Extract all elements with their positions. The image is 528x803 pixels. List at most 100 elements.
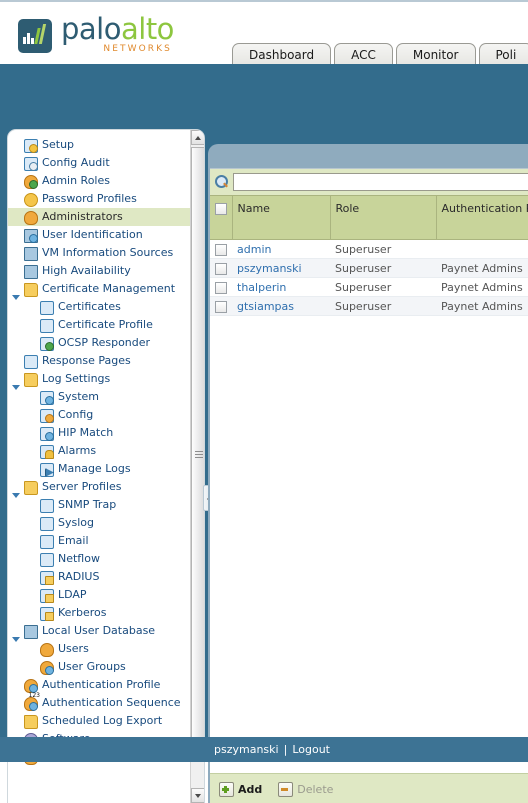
syslog-icon (38, 515, 54, 531)
sidebar-item-label: Certificates (58, 298, 121, 316)
sidebar-item-hip-match[interactable]: HIP Match (8, 424, 192, 442)
tab-monitor[interactable]: Monitor (396, 43, 476, 66)
sidebar-item-label: Certificate Management (42, 280, 175, 298)
admin-name-link[interactable]: admin (232, 240, 330, 259)
sidebar-item-label: High Availability (42, 262, 131, 280)
sidebar-item-label: VM Information Sources (42, 244, 173, 262)
sidebar-item-label: Certificate Profile (58, 316, 153, 334)
sidebar-item-users[interactable]: Users (8, 640, 192, 658)
column-header-role[interactable]: Role (330, 196, 436, 240)
row-checkbox[interactable] (215, 263, 227, 275)
select-all-header[interactable] (210, 196, 232, 240)
sidebar-item-ocsp-responder[interactable]: OCSP Responder (8, 334, 192, 352)
sidebar-item-user-identification[interactable]: User Identification (8, 226, 192, 244)
plus-icon (219, 782, 234, 797)
table-row[interactable]: thalperinSuperuserPaynet Admins (210, 278, 528, 297)
sidebar-item-email[interactable]: Email (8, 532, 192, 550)
kerberos-icon (38, 605, 54, 621)
admin-auth-profile-cell: Paynet Admins (436, 259, 528, 278)
sidebar-item-ldap[interactable]: LDAP (8, 586, 192, 604)
row-checkbox[interactable] (215, 244, 227, 256)
sidebar-item-label: HIP Match (58, 424, 113, 442)
sidebar-tree: SetupConfig AuditAdmin RolesPassword Pro… (8, 136, 192, 803)
sidebar-item-config[interactable]: Config (8, 406, 192, 424)
column-header-auth-profile[interactable]: Authentication Profile (436, 196, 528, 240)
sidebar-item-label: System (58, 388, 99, 406)
row-checkbox[interactable] (215, 282, 227, 294)
sidebar-item-config-audit[interactable]: Config Audit (8, 154, 192, 172)
tab-dashboard[interactable]: Dashboard (232, 43, 331, 66)
sidebar-item-local-user-database[interactable]: Local User Database (8, 622, 192, 640)
system-icon (38, 389, 54, 405)
user-identification-icon (22, 227, 38, 243)
logout-link[interactable]: Logout (292, 743, 330, 756)
delete-button[interactable]: Delete (278, 782, 333, 797)
sidebar-item-log-settings[interactable]: Log Settings (8, 370, 192, 388)
current-user-label: pszymanski (214, 743, 279, 756)
sidebar-item-password-profiles[interactable]: Password Profiles (8, 190, 192, 208)
sidebar-item-label: Netflow (58, 550, 100, 568)
sidebar-item-label: RADIUS (58, 568, 99, 586)
row-select-cell[interactable] (210, 240, 232, 259)
main-tabbar: DashboardACCMonitorPoli (232, 40, 528, 66)
admin-name-link[interactable]: gtsiampas (232, 297, 330, 316)
admin-name-link[interactable]: pszymanski (232, 259, 330, 278)
row-select-cell[interactable] (210, 297, 232, 316)
add-button[interactable]: Add (219, 782, 262, 797)
sidebar-item-user-groups[interactable]: User Groups (8, 658, 192, 676)
admin-role-cell: Superuser (330, 278, 436, 297)
admin-role-cell: Superuser (330, 240, 436, 259)
sidebar-scrollbar[interactable] (190, 130, 204, 803)
sidebar-item-response-pages[interactable]: Response Pages (8, 352, 192, 370)
tab-acc[interactable]: ACC (334, 43, 393, 66)
row-select-cell[interactable] (210, 278, 232, 297)
sidebar-item-netflow[interactable]: Netflow (8, 550, 192, 568)
manage-logs-icon (38, 461, 54, 477)
scroll-up-button[interactable] (191, 130, 205, 145)
netflow-icon (38, 551, 54, 567)
scroll-down-button[interactable] (191, 788, 205, 803)
scrollbar-thumb[interactable] (191, 147, 205, 747)
sidebar-item-server-profiles[interactable]: Server Profiles (8, 478, 192, 496)
sidebar-item-syslog[interactable]: Syslog (8, 514, 192, 532)
row-checkbox[interactable] (215, 301, 227, 313)
table-header: Name Role Authentication Profile (210, 196, 528, 240)
table-row[interactable]: adminSuperuser (210, 240, 528, 259)
sidebar-item-admin-roles[interactable]: Admin Roles (8, 172, 192, 190)
sidebar-item-alarms[interactable]: Alarms (8, 442, 192, 460)
authentication-profile-icon (22, 677, 38, 693)
search-icon (214, 174, 230, 190)
vm-information-sources-icon (22, 245, 38, 261)
sidebar-item-setup[interactable]: Setup (8, 136, 192, 154)
sidebar-item-certificate-management[interactable]: Certificate Management (8, 280, 192, 298)
sidebar-item-label: Users (58, 640, 89, 658)
sidebar-item-label: OCSP Responder (58, 334, 150, 352)
admin-auth-profile-cell: Paynet Admins (436, 297, 528, 316)
sidebar-item-administrators[interactable]: Administrators (8, 208, 192, 226)
certificate-profile-icon (38, 317, 54, 333)
tab-poli[interactable]: Poli (479, 43, 528, 66)
password-profiles-icon (22, 191, 38, 207)
column-header-name[interactable]: Name (232, 196, 330, 240)
sidebar-item-manage-logs[interactable]: Manage Logs (8, 460, 192, 478)
sidebar-item-high-availability[interactable]: High Availability (8, 262, 192, 280)
select-all-checkbox[interactable] (215, 203, 227, 215)
logo-subtitle: NETWORKS (61, 45, 174, 54)
sidebar-item-vm-information-sources[interactable]: VM Information Sources (8, 244, 192, 262)
sidebar-item-system[interactable]: System (8, 388, 192, 406)
table-row[interactable]: gtsiampasSuperuserPaynet Admins (210, 297, 528, 316)
sidebar-item-authentication-sequence[interactable]: 123Authentication Sequence (8, 694, 192, 712)
sidebar-item-label: Authentication Profile (42, 676, 160, 694)
sidebar-item-scheduled-log-export[interactable]: Scheduled Log Export (8, 712, 192, 730)
row-select-cell[interactable] (210, 259, 232, 278)
sidebar-item-snmp-trap[interactable]: SNMP Trap (8, 496, 192, 514)
log-settings-icon (22, 371, 38, 387)
search-input[interactable] (233, 173, 528, 191)
sidebar-item-certificates[interactable]: Certificates (8, 298, 192, 316)
admin-name-link[interactable]: thalperin (232, 278, 330, 297)
table-row[interactable]: pszymanskiSuperuserPaynet Admins (210, 259, 528, 278)
sidebar-item-certificate-profile[interactable]: Certificate Profile (8, 316, 192, 334)
sidebar-item-kerberos[interactable]: Kerberos (8, 604, 192, 622)
logo-mark-icon (18, 19, 52, 53)
sidebar-item-radius[interactable]: RADIUS (8, 568, 192, 586)
